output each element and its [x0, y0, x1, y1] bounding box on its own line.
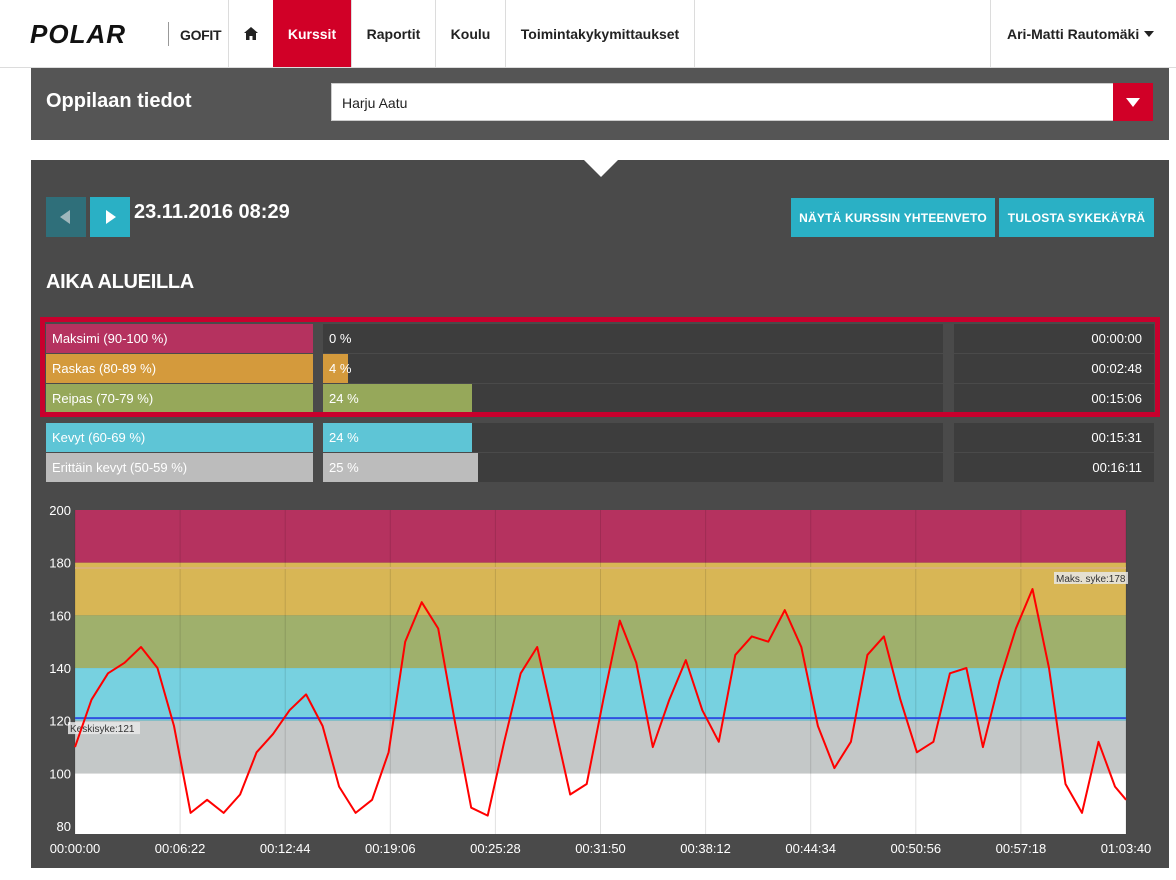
x-tick-label: 00:38:12: [680, 841, 731, 856]
zone-time: 00:15:31: [954, 423, 1154, 452]
nav-raportit[interactable]: Raportit: [351, 0, 435, 67]
zone-bar-track: 24 %: [323, 384, 943, 413]
x-tick-label: 00:57:18: [996, 841, 1047, 856]
product-name: GOFIT: [180, 27, 222, 43]
arrow-left-icon: [60, 210, 70, 224]
student-select-value: Harju Aatu: [342, 95, 408, 111]
zone-label: Erittäin kevyt (50-59 %): [46, 453, 313, 482]
home-button[interactable]: [228, 0, 273, 67]
zone-row: Maksimi (90-100 %) 0 % 00:00:00: [31, 324, 1169, 353]
zone-percent: 0 %: [329, 331, 352, 346]
zone-label: Raskas (80-89 %): [46, 354, 313, 383]
zone-bar-track: 0 %: [323, 324, 943, 353]
y-tick-label: 200: [49, 503, 71, 518]
pointer-notch: [584, 160, 618, 177]
top-navigation: POLAR GOFIT Kurssit Raportit Koulu Toimi…: [0, 0, 1176, 68]
page-title: Oppilaan tiedot: [46, 90, 192, 112]
x-tick-label: 01:03:40: [1101, 841, 1152, 856]
nav-toimintakykymittaukset[interactable]: Toimintakykymittaukset: [505, 0, 695, 67]
x-tick-label: 00:31:50: [575, 841, 626, 856]
chevron-down-icon: [1144, 30, 1155, 37]
y-tick-label: 100: [49, 766, 71, 781]
x-tick-label: 00:25:28: [470, 841, 521, 856]
zone-label: Maksimi (90-100 %): [46, 324, 313, 353]
print-heart-rate-button[interactable]: TULOSTA SYKEKÄYRÄ: [999, 198, 1154, 237]
x-tick-label: 00:50:56: [890, 841, 941, 856]
zone-percent: 25 %: [329, 460, 359, 475]
zones-title: AIKA ALUEILLA: [46, 271, 194, 293]
zone-label: Kevyt (60-69 %): [46, 423, 313, 452]
user-name: Ari-Matti Rautomäki: [1007, 25, 1140, 42]
zone-time: 00:02:48: [954, 354, 1154, 383]
x-tick-label: 00:19:06: [365, 841, 416, 856]
nav-kurssit[interactable]: Kurssit: [273, 0, 351, 67]
heart-rate-chart: Maks. syke:178Keskisyke:121 200180160140…: [49, 503, 1152, 856]
nav-koulu[interactable]: Koulu: [435, 0, 505, 67]
student-header: Oppilaan tiedot Harju Aatu: [31, 68, 1169, 140]
user-menu[interactable]: Ari-Matti Rautomäki: [990, 0, 1176, 67]
reference-label: Maks. syke:178: [1056, 574, 1126, 585]
polar-logo[interactable]: POLAR: [30, 22, 160, 46]
zone-label: Reipas (70-79 %): [46, 384, 313, 413]
zone-row: Reipas (70-79 %) 24 % 00:15:06: [31, 384, 1169, 413]
y-tick-label: 120: [49, 714, 71, 729]
session-datetime: 23.11.2016 08:29: [134, 201, 290, 223]
zone-bar-track: 4 %: [323, 354, 943, 383]
zone-row: Raskas (80-89 %) 4 % 00:02:48: [31, 354, 1169, 383]
x-tick-label: 00:44:34: [785, 841, 836, 856]
x-tick-label: 00:12:44: [260, 841, 311, 856]
zone-row: Kevyt (60-69 %) 24 % 00:15:31: [31, 423, 1169, 452]
logo-separator: [168, 22, 169, 46]
dropdown-arrow-icon[interactable]: [1113, 83, 1153, 121]
zone-percent: 24 %: [329, 430, 359, 445]
student-select[interactable]: Harju Aatu: [331, 83, 1153, 121]
next-session-button[interactable]: [90, 197, 130, 237]
zone-bar-track: 25 %: [323, 453, 943, 482]
course-summary-button[interactable]: NÄYTÄ KURSSIN YHTEENVETO: [791, 198, 995, 237]
zone-time: 00:15:06: [954, 384, 1154, 413]
zone-percent: 24 %: [329, 391, 359, 406]
previous-session-button[interactable]: [46, 197, 86, 237]
brand-text: POLAR: [30, 22, 126, 46]
home-icon: [244, 27, 258, 40]
divider-bar: [31, 140, 1169, 160]
y-tick-label: 180: [49, 556, 71, 571]
zone-time: 00:00:00: [954, 324, 1154, 353]
arrow-right-icon: [106, 210, 116, 224]
zone-bar-track: 24 %: [323, 423, 943, 452]
y-tick-label: 80: [57, 819, 71, 834]
x-tick-label: 00:00:00: [50, 841, 101, 856]
zone-time: 00:16:11: [954, 453, 1154, 482]
zone-row: Erittäin kevyt (50-59 %) 25 % 00:16:11: [31, 453, 1169, 482]
x-tick-label: 00:06:22: [155, 841, 206, 856]
student-panel: Oppilaan tiedot Harju Aatu 23.11.2016 08…: [31, 68, 1169, 868]
y-tick-label: 140: [49, 661, 71, 676]
zone-percent: 4 %: [329, 361, 352, 376]
y-tick-label: 160: [49, 608, 71, 623]
